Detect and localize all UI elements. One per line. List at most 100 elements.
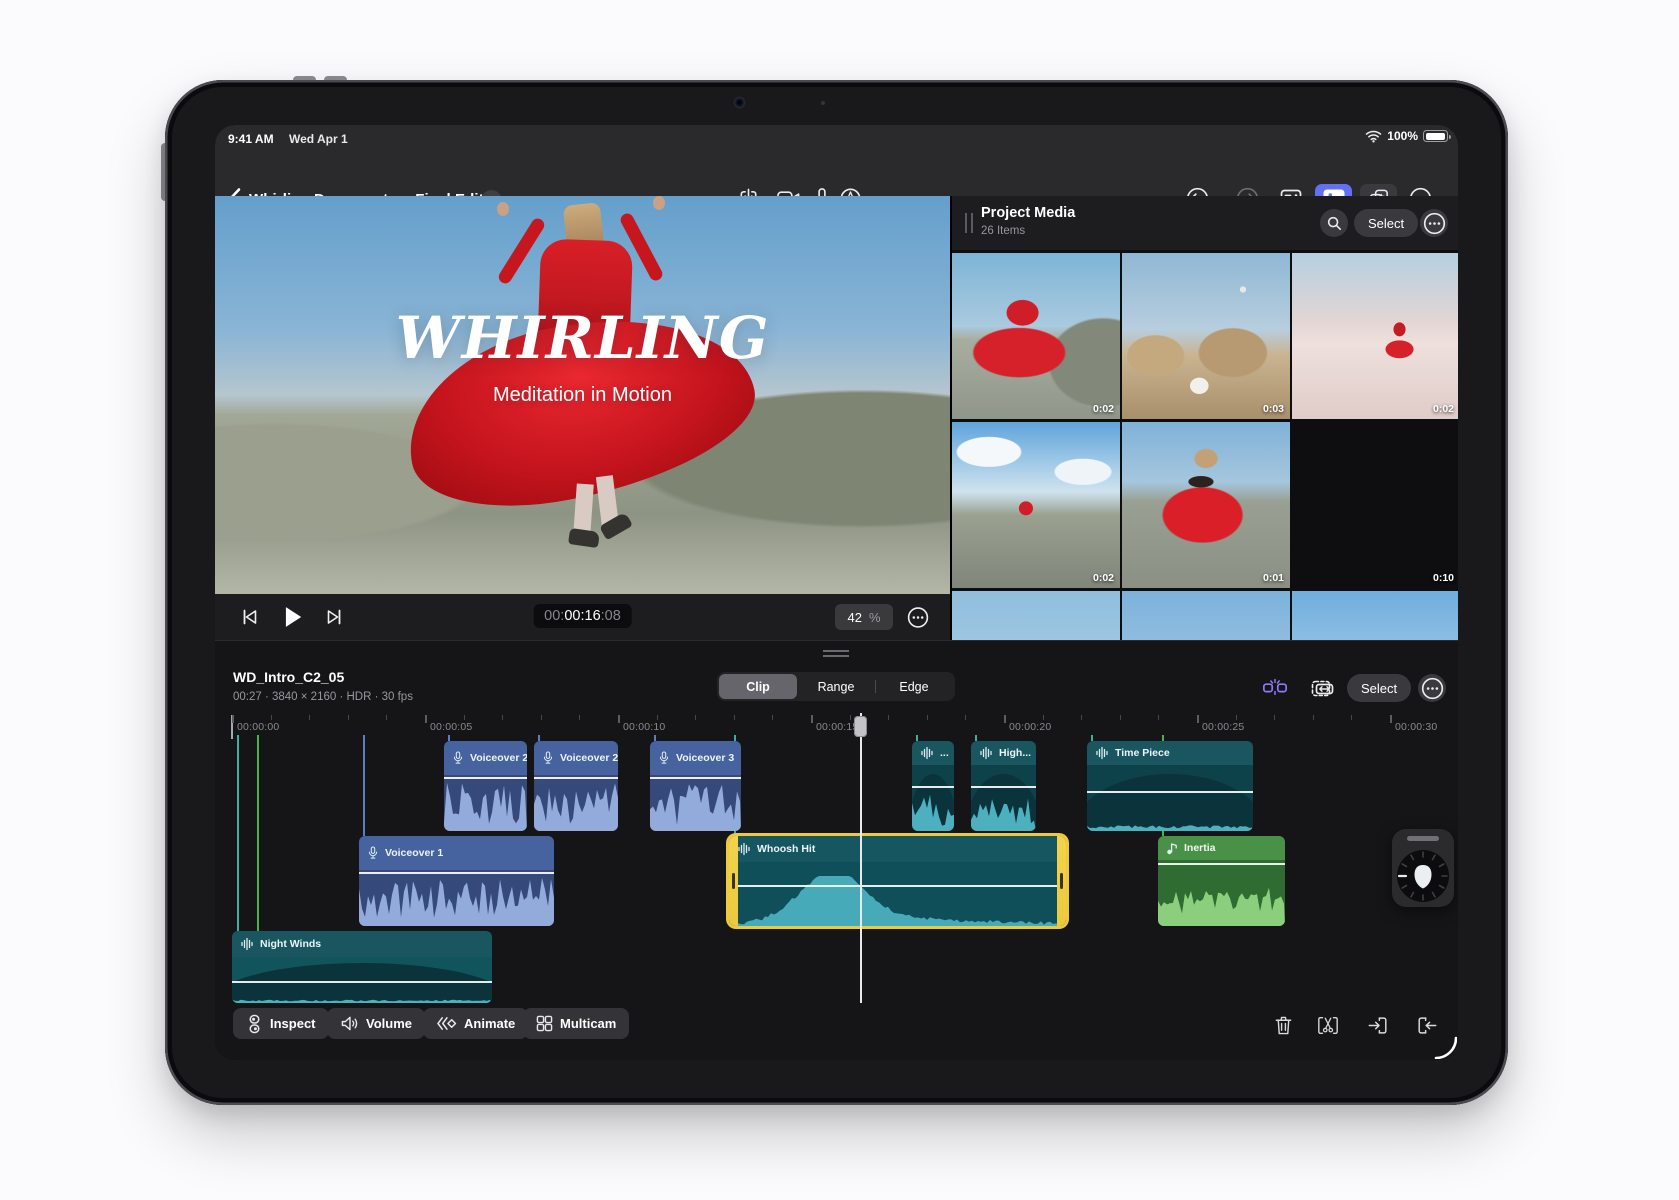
waveform-icon — [240, 937, 254, 951]
media-thumbnail[interactable]: 0:01 — [1122, 422, 1290, 588]
media-more-button[interactable] — [1420, 209, 1448, 237]
mic-icon — [658, 751, 670, 765]
corner-gesture-indicator — [1431, 1033, 1457, 1059]
timeline-clip-inertia[interactable]: Inertia — [1158, 836, 1285, 926]
blade-icon[interactable] — [1316, 1013, 1340, 1037]
clip-label: Time Piece — [1115, 747, 1170, 759]
clip-label: Voiceover 3 — [676, 752, 734, 764]
media-more-icon — [1422, 211, 1447, 236]
thumbnail-duration: 0:10 — [1433, 572, 1454, 584]
waveform-icon — [979, 746, 993, 760]
media-thumbnail[interactable] — [1292, 591, 1458, 640]
wifi-icon — [1365, 130, 1382, 143]
video-title-overlay: WHIRLING — [215, 304, 950, 372]
media-thumbnail[interactable]: 0:02 — [952, 422, 1120, 588]
jog-wheel[interactable] — [1392, 829, 1454, 907]
waveform-icon — [1095, 746, 1109, 760]
search-icon — [1326, 215, 1342, 231]
clip-label: Voiceover 1 — [385, 847, 443, 859]
timeline-clip-voiceover-1[interactable]: Voiceover 1 — [359, 836, 554, 926]
button-label: Inspect — [270, 1016, 316, 1031]
timeline-clip-voiceover-2[interactable]: Voiceover 2 — [534, 741, 618, 831]
skip-forward-icon[interactable] — [322, 605, 346, 629]
thumbnail-duration: 0:02 — [1433, 403, 1454, 415]
status-bar: 9:41 AM Wed Apr 1 100% — [215, 125, 1458, 152]
trim-handle-right[interactable] — [1057, 836, 1066, 926]
battery-percent: 100% — [1387, 129, 1418, 143]
mic-hole — [821, 101, 825, 105]
viewer-more-icon[interactable] — [906, 605, 930, 629]
clip-connection-line — [363, 735, 365, 836]
timeline-clip-voiceover-2[interactable]: Voiceover 2 — [444, 741, 527, 831]
timeline-clips-area: Voiceover 2 Voiceover 2 Voiceover 3... High… — [215, 641, 1458, 1003]
mic-icon — [452, 751, 464, 765]
clip-label: Inertia — [1184, 842, 1216, 854]
clip-label: Night Winds — [260, 938, 321, 950]
multicam-icon — [536, 1015, 553, 1032]
waveform-icon — [737, 842, 751, 856]
volume-icon — [340, 1015, 359, 1032]
media-item-count: 26 Items — [981, 225, 1025, 237]
media-thumbnail[interactable]: 0:10 — [1292, 422, 1458, 588]
clip-label: Whoosh Hit — [757, 843, 815, 855]
jog-dial[interactable] — [1396, 849, 1450, 903]
animate-button[interactable]: Animate — [423, 1008, 528, 1039]
animate-icon — [436, 1015, 457, 1032]
volume-button[interactable]: Volume — [327, 1008, 425, 1039]
timeline-clip-high-[interactable]: High... — [971, 741, 1036, 831]
status-date: Wed Apr 1 — [289, 132, 348, 146]
front-camera — [735, 98, 744, 107]
project-media-panel: Project Media 26 Items Select 0:02 0:03 0:… — [950, 196, 1458, 640]
timeline-panel: WD_Intro_C2_05 00:27 · 3840 × 2160 · HDR… — [215, 640, 1458, 1060]
clip-connection-line — [237, 735, 239, 931]
media-thumbnail[interactable] — [952, 591, 1120, 640]
timeline-clip--[interactable]: ... — [912, 741, 954, 831]
media-select-button[interactable]: Select — [1354, 209, 1418, 237]
button-label: Multicam — [560, 1016, 616, 1031]
search-button[interactable] — [1320, 209, 1348, 237]
video-preview[interactable]: WHIRLING Meditation in Motion — [215, 196, 950, 594]
media-thumbnail[interactable] — [1122, 591, 1290, 640]
media-panel-header: Project Media 26 Items Select — [952, 196, 1458, 250]
panel-drag-handle[interactable] — [965, 213, 973, 233]
timeline-toolbar: Inspect VolumeAnimate Multicam — [215, 1003, 1458, 1048]
thumbnail-duration: 0:03 — [1263, 403, 1284, 415]
trim-handle-left[interactable] — [729, 836, 738, 926]
multicam-button[interactable]: Multicam — [523, 1008, 629, 1039]
thumbnail-duration: 0:02 — [1093, 572, 1114, 584]
media-thumbnail[interactable]: 0:02 — [952, 253, 1120, 419]
mic-icon — [367, 846, 379, 860]
clip-label: Voiceover 2 — [470, 752, 527, 764]
video-subtitle-overlay: Meditation in Motion — [215, 384, 950, 407]
timeline-clip-time-piece[interactable]: Time Piece — [1087, 741, 1253, 831]
thumbnail-duration: 0:02 — [1093, 403, 1114, 415]
main-toolbar: Whirling Documentary Final Edit — [215, 152, 1458, 196]
timeline-clip-voiceover-3[interactable]: Voiceover 3 — [650, 741, 741, 831]
viewer-section: WHIRLING Meditation in Motion 00:00:16:0… — [215, 196, 950, 640]
clip-label: Voiceover 2 — [560, 752, 618, 764]
jog-drag-bar[interactable] — [1407, 836, 1439, 841]
top-chrome: 9:41 AM Wed Apr 1 100% Whirling Document… — [215, 125, 1458, 196]
timeline-clip-night-winds[interactable]: Night Winds — [232, 931, 492, 1003]
playhead[interactable] — [860, 713, 862, 1003]
page-canvas: 9:41 AM Wed Apr 1 100% Whirling Document… — [0, 0, 1679, 1200]
clip-connection-line — [257, 735, 259, 931]
skip-back-icon[interactable] — [238, 605, 262, 629]
playhead-handle[interactable] — [854, 716, 867, 737]
zoom-level[interactable]: 42% — [835, 604, 893, 630]
note-icon — [1166, 842, 1178, 855]
insert-icon[interactable] — [1366, 1013, 1390, 1037]
timeline-clip-whoosh-hit[interactable]: Whoosh Hit — [729, 836, 1066, 926]
battery-icon — [1423, 130, 1448, 142]
play-icon[interactable] — [281, 605, 305, 629]
inspect-button[interactable]: Inspect — [233, 1008, 329, 1039]
waveform-icon — [920, 746, 934, 760]
inspect-icon — [246, 1014, 263, 1034]
trash-icon[interactable] — [1271, 1013, 1295, 1037]
clip-label: High... — [999, 747, 1031, 759]
media-thumbnail[interactable]: 0:03 — [1122, 253, 1290, 419]
media-thumbnail[interactable]: 0:02 — [1292, 253, 1458, 419]
media-panel-title: Project Media — [981, 205, 1075, 221]
playback-controls: 00:00:16:08 42% — [215, 594, 950, 640]
screen: 9:41 AM Wed Apr 1 100% Whirling Document… — [215, 125, 1458, 1060]
